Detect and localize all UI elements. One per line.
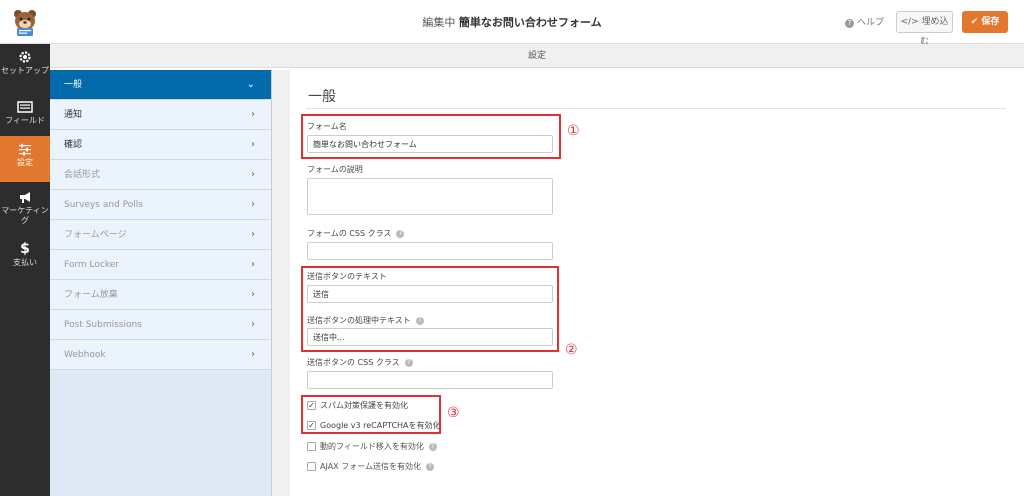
subnav-label: Webhook [64, 350, 106, 360]
megaphone-icon [20, 192, 30, 203]
chevron-right-icon: › [251, 289, 255, 300]
nav-payments[interactable]: $ 支払い [0, 236, 50, 282]
subnav-label: 会話形式 [64, 170, 101, 180]
form-description-label: フォームの説明 [307, 165, 363, 174]
code-icon: </> [900, 17, 919, 27]
section-divider [306, 108, 1006, 109]
section-title: 一般 [308, 89, 336, 105]
subnav-item-form-pages[interactable]: フォームページ › [50, 220, 271, 250]
form-description-textarea[interactable] [307, 178, 553, 215]
subnav-label: Post Submissions [64, 320, 142, 330]
subnav-item-conversational[interactable]: 会話形式 › [50, 160, 271, 190]
ajax-submit-checkbox[interactable] [307, 462, 316, 471]
chevron-right-icon: › [251, 199, 255, 210]
panel-gutter [272, 70, 290, 496]
subnav-item-post-submissions[interactable]: Post Submissions › [50, 310, 271, 340]
submit-css-class-label: 送信ボタンの CSS クラス? [307, 357, 413, 368]
subnav-label: フォーム放棄 [64, 290, 118, 300]
submit-css-class-input[interactable] [307, 371, 553, 389]
subnav-item-form-locker[interactable]: Form Locker › [50, 250, 271, 280]
editing-prefix: 編集中 [422, 16, 456, 29]
nav-marketing[interactable]: マーケティング [0, 184, 50, 230]
nav-marketing-label: マーケティング [1, 206, 49, 225]
annotation-marker-1: ① [567, 123, 580, 139]
annotation-marker-3: ③ [447, 405, 460, 421]
subnav-item-surveys[interactable]: Surveys and Polls › [50, 190, 271, 220]
chevron-right-icon: › [251, 139, 255, 150]
nav-fields[interactable]: フィールド [0, 94, 50, 140]
nav-setup[interactable]: セットアップ [0, 44, 50, 90]
general-settings-panel: 一般 フォーム名 フォームの説明 フォームの CSS クラス? 送信ボタンのテキ… [290, 70, 1024, 496]
ajax-submit-checkbox-row[interactable]: AJAX フォーム送信を有効化? [307, 461, 434, 472]
settings-subnav: 一般 ⌄ 通知 › 確認 › 会話形式 › Surveys and Polls › フォー… [50, 70, 272, 496]
nav-fields-label: フィールド [5, 116, 45, 125]
dynamic-population-checkbox[interactable] [307, 442, 316, 451]
subnav-item-notifications[interactable]: 通知 › [50, 100, 271, 130]
top-bar: 編集中 簡単なお問い合わせフォーム ? ヘルプ </> 埋め込む ✔ 保存 [0, 0, 1024, 47]
check-icon: ✔ [970, 17, 979, 27]
subnav-item-confirmations[interactable]: 確認 › [50, 130, 271, 160]
nav-payments-label: 支払い [13, 258, 37, 267]
subnav-item-general[interactable]: 一般 ⌄ [50, 70, 271, 100]
sliders-icon [19, 143, 31, 156]
subnav-label: 一般 [64, 80, 83, 90]
form-css-class-input[interactable] [307, 242, 553, 260]
chevron-right-icon: › [251, 109, 255, 120]
help-label: ヘルプ [857, 18, 885, 28]
dynamic-population-checkbox-row[interactable]: 動的フィールド移入を有効化? [307, 441, 437, 452]
subnav-item-abandonment[interactable]: フォーム放棄 › [50, 280, 271, 310]
gear-icon [19, 51, 31, 63]
annotation-box-2 [301, 266, 559, 352]
ajax-submit-label: AJAX フォーム送信を有効化 [320, 462, 421, 471]
form-css-class-text: フォームの CSS クラス [307, 229, 392, 238]
nav-settings-label: 設定 [17, 158, 33, 167]
dollar-icon: $ [20, 241, 30, 257]
chevron-right-icon: › [251, 349, 255, 360]
form-title: 簡単なお問い合わせフォーム [458, 16, 602, 29]
submit-css-class-text: 送信ボタンの CSS クラス [307, 358, 400, 367]
chevron-right-icon: › [251, 229, 255, 240]
subnav-label: Surveys and Polls [64, 200, 143, 210]
chevron-right-icon: › [251, 319, 255, 330]
subnav-label: 通知 [64, 110, 83, 120]
help-icon[interactable]: ? [404, 358, 413, 367]
chevron-right-icon: › [251, 259, 255, 270]
settings-header-title: 設定 [527, 51, 546, 61]
builder-sidebar: セットアップ フィールド 設定 マーケティング $ 支払い [0, 44, 50, 496]
chevron-right-icon: › [251, 169, 255, 180]
help-icon[interactable]: ? [428, 442, 437, 451]
chevron-down-icon: ⌄ [246, 79, 255, 90]
subnav-label: フォームページ [64, 230, 127, 240]
annotation-box-3 [301, 395, 441, 434]
help-link[interactable]: ? ヘルプ [845, 15, 884, 28]
subnav-item-webhook[interactable]: Webhook › [50, 340, 271, 370]
embed-label: 埋め込む [919, 17, 949, 47]
help-icon[interactable]: ? [396, 229, 405, 238]
fields-icon [17, 101, 33, 113]
annotation-marker-2: ② [565, 342, 578, 358]
help-icon: ? [845, 19, 854, 28]
annotation-box-1 [301, 114, 561, 159]
settings-header: 設定 [50, 44, 1024, 68]
save-button[interactable]: ✔ 保存 [962, 11, 1008, 33]
save-label: 保存 [981, 17, 1000, 27]
dynamic-population-label: 動的フィールド移入を有効化 [320, 442, 424, 451]
help-icon[interactable]: ? [425, 462, 434, 471]
form-css-class-label: フォームの CSS クラス? [307, 228, 405, 239]
nav-setup-label: セットアップ [1, 66, 49, 75]
subnav-label: Form Locker [64, 260, 119, 270]
nav-settings[interactable]: 設定 [0, 136, 50, 182]
subnav-label: 確認 [64, 140, 83, 150]
embed-button[interactable]: </> 埋め込む [896, 11, 953, 47]
